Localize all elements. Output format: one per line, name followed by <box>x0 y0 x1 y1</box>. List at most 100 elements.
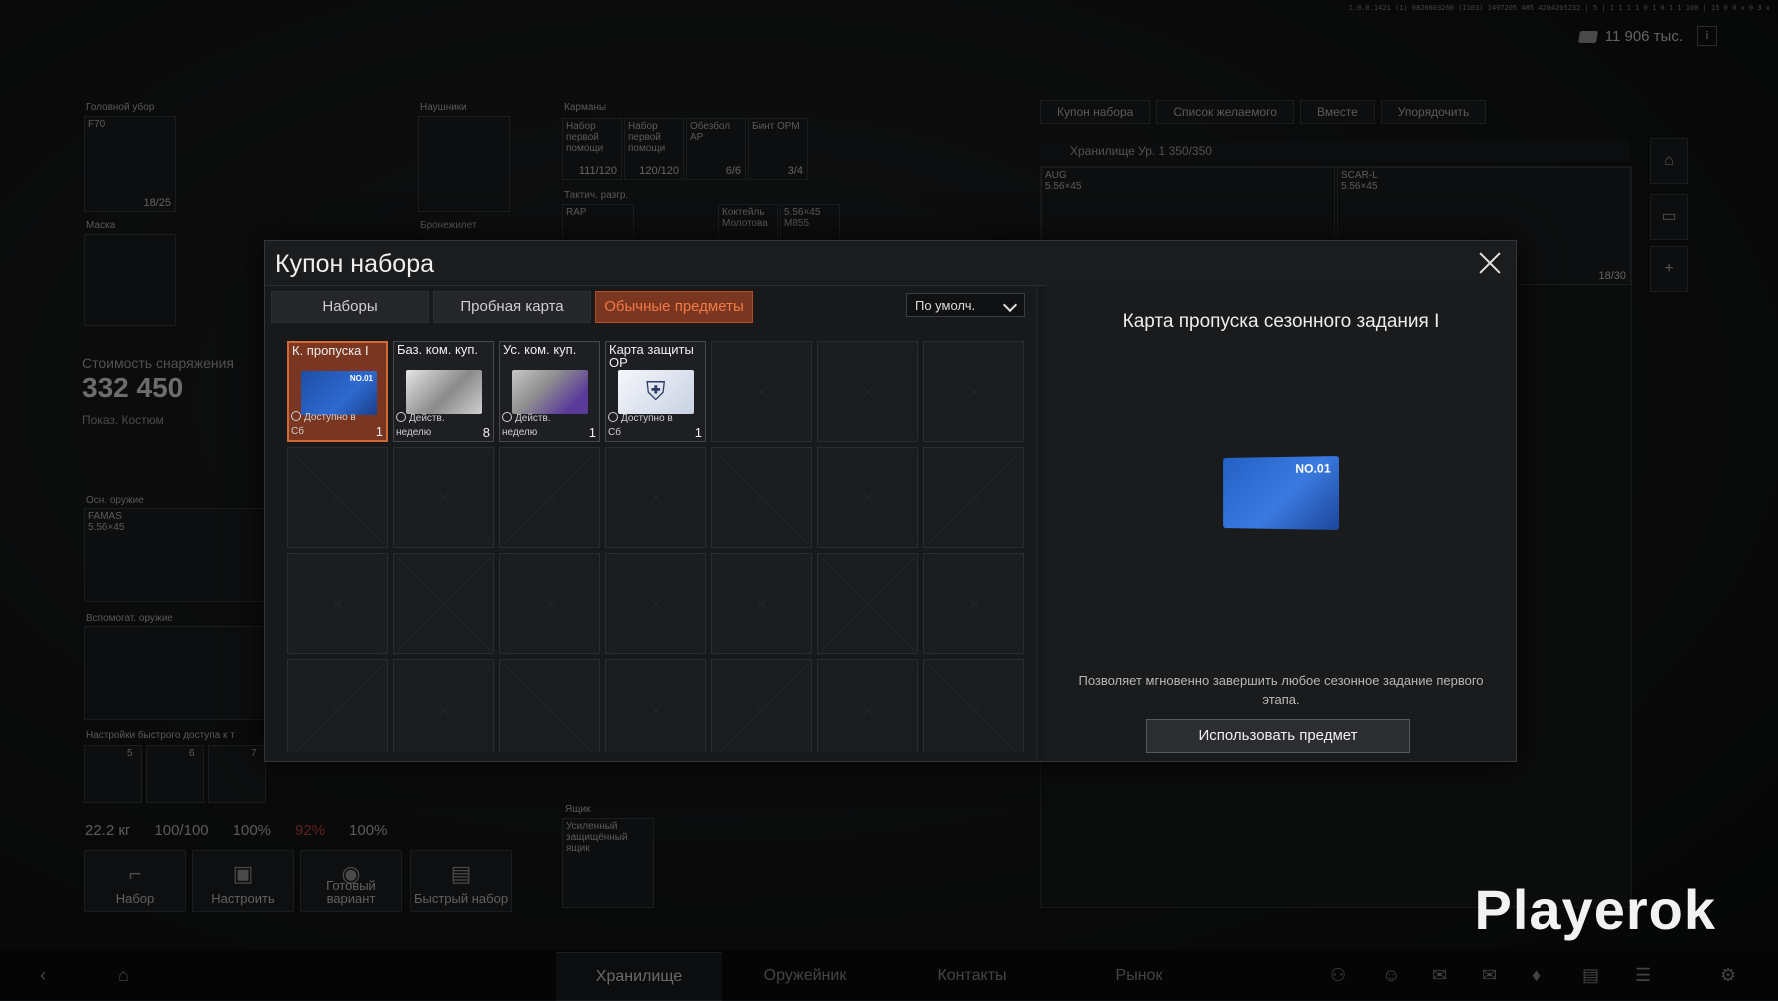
stat-three: 100% <box>232 822 272 839</box>
stash-weapon-name: SCAR-L 5.56×45 <box>1341 170 1378 192</box>
close-icon[interactable] <box>1478 251 1502 275</box>
stash-weapon-qty: 18/30 <box>1598 270 1626 282</box>
watermark: Playerok <box>1474 878 1716 941</box>
profile-icon[interactable]: ☺ <box>1382 965 1400 986</box>
stat-five: 100% <box>349 822 388 839</box>
pocket-item-name: Обезбол АР <box>690 121 731 143</box>
pocket-item-qty: 120/120 <box>639 165 679 177</box>
headwear-slot[interactable]: F70 18/25 <box>84 116 176 212</box>
together-button[interactable]: Вместе <box>1299 100 1375 124</box>
chevron-down-icon <box>1002 297 1018 313</box>
tab-kits[interactable]: Наборы <box>271 291 429 323</box>
tab-armory[interactable]: Оружейник <box>722 952 888 1000</box>
sort-dropdown[interactable]: По умолч. <box>906 293 1025 317</box>
pocket-slot-4[interactable]: Бинт ОРМ 3/4 <box>748 118 808 180</box>
detail-title: Карта пропуска сезонного задания I <box>1122 311 1440 332</box>
pocket-item-name: Набор первой помощи <box>628 121 666 154</box>
add-icon[interactable]: + <box>1650 246 1688 292</box>
empty-slot <box>287 553 388 654</box>
trophy-icon[interactable]: ♦ <box>1532 965 1541 986</box>
pocket-item-name: Набор первой помощи <box>566 121 604 154</box>
pocket-slot-3[interactable]: Обезбол АР 6/6 <box>686 118 746 180</box>
item-count: 1 <box>588 425 596 440</box>
grid-item-protection-card[interactable]: Карта защиты ОР Доступно в Сб 1 <box>605 341 706 442</box>
grid-item-pass-card[interactable]: К. пропуска I Доступно в Сб 1 <box>287 341 388 442</box>
mask-slot[interactable] <box>84 234 176 326</box>
headphones-slot[interactable] <box>418 116 510 212</box>
friends-icon[interactable]: ⚇ <box>1330 965 1346 986</box>
item-timer: Доступно в Сб <box>291 411 356 437</box>
wishlist-button[interactable]: Список желаемого <box>1156 100 1294 124</box>
chat-icon[interactable]: ✉ <box>1432 965 1447 986</box>
vest-slot[interactable]: RAP <box>562 204 634 242</box>
gear-icon[interactable]: ⚙ <box>1720 965 1736 986</box>
vest-item-name: RAP <box>566 207 587 218</box>
box-slot[interactable]: Усиленный защищённый ящик <box>562 818 654 908</box>
grid-item-advanced-coupon[interactable]: Ус. ком. куп. Действ. неделю 1 <box>499 341 600 442</box>
pocket-item-qty: 111/120 <box>578 165 617 177</box>
box-item-name: Усиленный защищённый ящик <box>566 821 628 854</box>
quick-slot[interactable]: 6 <box>146 745 204 803</box>
version-line: 1.0.0.1421 (1) 0820603260 (1103) 1497205… <box>1348 4 1770 12</box>
pocket-slot-2[interactable]: Набор первой помощи 120/120 <box>624 118 684 180</box>
quick-slot-number: 7 <box>251 748 257 759</box>
tab-market[interactable]: Рынок <box>1056 952 1222 1000</box>
home-icon[interactable]: ⌂ <box>118 965 129 986</box>
tab-trial-card[interactable]: Пробная карта <box>433 291 591 323</box>
crate-icon[interactable]: ▭ <box>1650 194 1688 240</box>
pocket-item-qty: 3/4 <box>787 165 803 177</box>
quick-slot[interactable]: 5 <box>84 745 142 803</box>
empty-slot <box>605 659 706 752</box>
vest-small-slot-2[interactable]: 5.56×45 M855 <box>780 204 840 242</box>
item-name: Карта защиты ОР <box>609 342 694 370</box>
modal-title: Купон набора <box>275 250 434 278</box>
preset-button[interactable]: ◉ Готовый вариант <box>300 850 402 912</box>
preview-costume-label: Показ. Костюм <box>82 413 164 427</box>
empty-slot <box>711 341 812 442</box>
list-icon[interactable]: ☰ <box>1635 965 1651 986</box>
info-button[interactable]: i <box>1697 26 1717 46</box>
primary-weapon-name: FAMAS 5.56×45 <box>88 511 125 533</box>
mail-icon[interactable]: ✉ <box>1482 965 1497 986</box>
empty-slot <box>923 553 1024 654</box>
empty-slot <box>711 553 812 654</box>
empty-slot <box>711 447 812 548</box>
stats-bar: 22.2 кг 100/100 100% 92% 100% <box>85 822 387 839</box>
grid-item-basic-coupon[interactable]: Баз. ком. куп. Действ. неделю 8 <box>393 341 494 442</box>
use-item-button[interactable]: Использовать предмет <box>1146 719 1410 753</box>
home-icon[interactable]: ⌂ <box>1650 138 1688 184</box>
rifle-icon: ⌐ <box>128 861 142 886</box>
back-arrow-icon[interactable]: ‹ <box>40 965 46 986</box>
item-grid: К. пропуска I Доступно в Сб 1 Баз. ком. … <box>287 341 1024 752</box>
quick-slot[interactable]: 7 <box>208 745 266 803</box>
empty-slot <box>499 659 600 752</box>
toolbox-icon: ▣ <box>232 861 254 886</box>
loadout-button[interactable]: ⌐ Набор <box>84 850 186 912</box>
empty-slot <box>817 659 918 752</box>
quick-kit-button[interactable]: ▤ Быстрый набор <box>410 850 512 912</box>
headwear-durability: 18/25 <box>143 197 171 209</box>
customize-button[interactable]: ▣ Настроить <box>192 850 294 912</box>
vest-small-slot-1[interactable]: Коктейль Молотова <box>718 204 778 242</box>
tab-regular-items[interactable]: Обычные предметы <box>595 291 753 323</box>
gear-cost-value: 332 450 <box>82 372 184 403</box>
armor-label: Бронежилет <box>420 220 477 231</box>
tab-contacts[interactable]: Контакты <box>889 952 1055 1000</box>
pocket-slot-1[interactable]: Набор первой помощи 111/120 <box>562 118 622 180</box>
secondary-weapon-slot[interactable] <box>84 626 266 720</box>
quick-slot-number: 6 <box>189 748 195 759</box>
quick-slot-number: 5 <box>127 748 133 759</box>
stash-weapon-name: AUG 5.56×45 <box>1045 170 1082 192</box>
empty-slot <box>287 447 388 548</box>
empty-slot <box>499 553 600 654</box>
modal-tabs: Наборы Пробная карта Обычные предметы <box>271 291 753 323</box>
quick-access-label: Настройки быстрого доступа к т <box>86 730 235 741</box>
primary-weapon-slot[interactable]: FAMAS 5.56×45 <box>84 508 266 602</box>
vest-small-item-name: Коктейль Молотова <box>722 207 768 229</box>
sort-stash-button[interactable]: Упорядочить <box>1380 100 1487 124</box>
notes-icon[interactable]: ▤ <box>1582 965 1599 986</box>
tab-storage[interactable]: Хранилище <box>556 952 722 1001</box>
kit-coupon-button[interactable]: Купон набора <box>1040 100 1151 124</box>
mask-label: Маска <box>86 220 116 231</box>
empty-slot <box>923 659 1024 752</box>
